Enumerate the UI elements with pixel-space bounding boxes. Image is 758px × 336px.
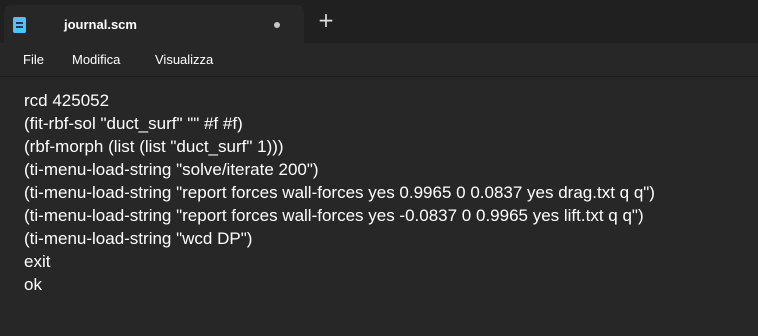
editor-line: (ti-menu-load-string "wcd DP") (24, 229, 253, 248)
unsaved-dot-icon[interactable] (274, 22, 280, 28)
menu-visualizza[interactable]: Visualizza (155, 52, 213, 67)
tab-journal[interactable]: journal.scm (4, 5, 304, 43)
editor-line: ok (24, 275, 42, 294)
new-tab-button[interactable]: + (314, 9, 338, 33)
text-editor-area[interactable]: rcd 425052 (fit-rbf-sol "duct_surf" "" #… (0, 77, 758, 336)
editor-line: (ti-menu-load-string "solve/iterate 200"… (24, 160, 319, 179)
editor-line: (ti-menu-load-string "report forces wall… (24, 183, 655, 202)
editor-line: (rbf-morph (list (list "duct_surf" 1))) (24, 137, 284, 156)
notepad-file-icon (13, 17, 26, 33)
editor-line: exit (24, 252, 51, 271)
menu-bar: File Modifica Visualizza (0, 43, 758, 77)
menu-file[interactable]: File (23, 52, 44, 67)
editor-line: (ti-menu-load-string "report forces wall… (24, 206, 644, 225)
editor-line: rcd 425052 (24, 91, 110, 110)
title-bar: journal.scm + (0, 0, 758, 43)
tab-title: journal.scm (64, 17, 137, 32)
menu-modifica[interactable]: Modifica (72, 52, 120, 67)
editor-line: (fit-rbf-sol "duct_surf" "" #f #f) (24, 114, 243, 133)
